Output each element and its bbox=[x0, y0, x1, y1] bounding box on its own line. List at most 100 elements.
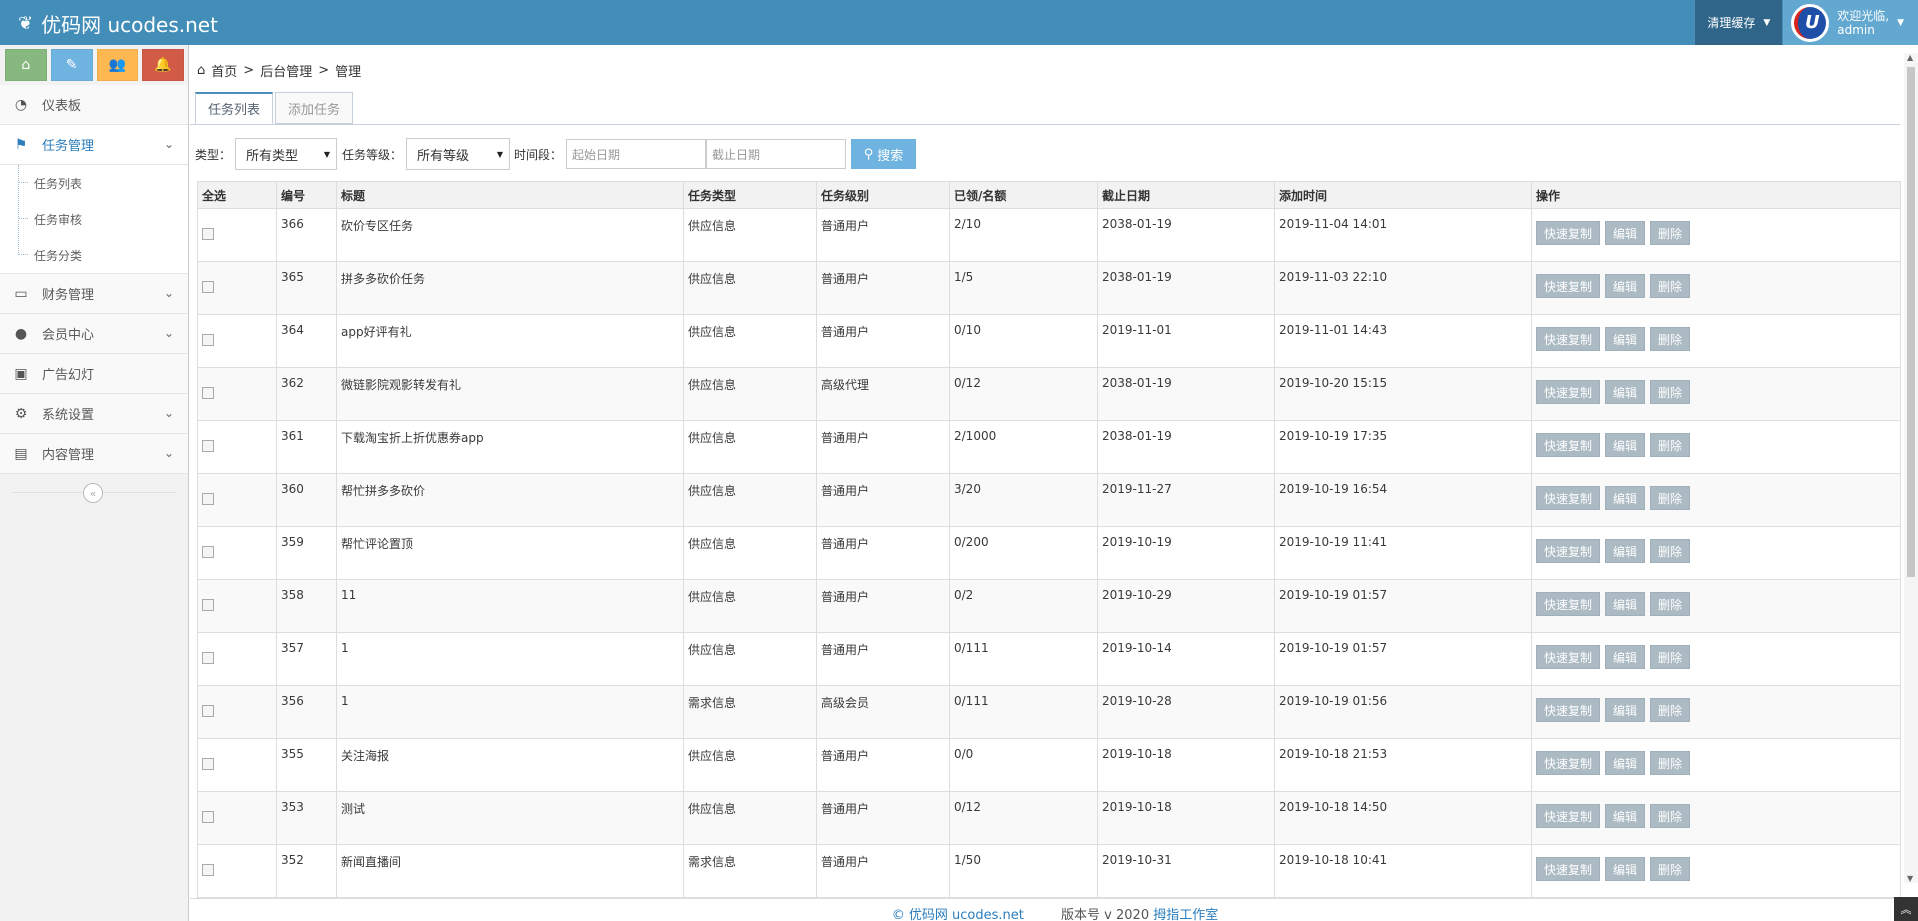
page-scrollbar[interactable]: ▲ ▼ bbox=[1904, 53, 1918, 883]
delete-button[interactable]: 删除 bbox=[1650, 645, 1691, 669]
row-select-cell bbox=[197, 844, 277, 898]
quick-copy-button[interactable]: 快速复制 bbox=[1536, 221, 1601, 245]
row-checkbox[interactable] bbox=[202, 280, 214, 293]
clear-cache-button[interactable]: 清理缓存 ▼ bbox=[1694, 0, 1783, 45]
quick-copy-button[interactable]: 快速复制 bbox=[1536, 433, 1601, 457]
footer-studio-link[interactable]: 拇指工作室 bbox=[1153, 908, 1218, 921]
sidebar-subitem-task-list[interactable]: 任务列表 bbox=[0, 165, 188, 201]
table-row: 358 11 供应信息 普通用户 0/2 2019-10-29 2019-10-19 01:… bbox=[197, 579, 1901, 633]
edit-button[interactable]: 编辑 bbox=[1605, 698, 1646, 722]
pencil-icon[interactable]: ✎ bbox=[50, 49, 93, 81]
edit-button[interactable]: 编辑 bbox=[1605, 751, 1646, 775]
cell-quota: 0/111 bbox=[949, 632, 1098, 686]
caret-down-icon: ▼ bbox=[323, 149, 331, 159]
bell-icon[interactable]: 🔔 bbox=[142, 49, 184, 81]
tab-add-task[interactable]: 添加任务 bbox=[275, 92, 354, 124]
delete-button[interactable]: 删除 bbox=[1650, 751, 1691, 775]
quick-copy-button[interactable]: 快速复制 bbox=[1536, 592, 1601, 616]
footer-copyright-link[interactable]: © 优码网 ucodes.net bbox=[892, 908, 1024, 921]
scroll-up-icon[interactable]: ▲ bbox=[1907, 53, 1913, 62]
cell-type: 供应信息 bbox=[683, 261, 817, 315]
edit-button[interactable]: 编辑 bbox=[1605, 433, 1646, 457]
end-date-input[interactable]: 截止日期 bbox=[706, 139, 847, 169]
sidebar-subitem-task-review[interactable]: 任务审核 bbox=[0, 201, 188, 237]
delete-button[interactable]: 删除 bbox=[1650, 274, 1691, 298]
tab-bar: 任务列表 添加任务 bbox=[195, 92, 355, 124]
row-checkbox[interactable] bbox=[202, 757, 214, 770]
edit-button[interactable]: 编辑 bbox=[1605, 486, 1646, 510]
scroll-down-icon[interactable]: ▼ bbox=[1907, 874, 1913, 883]
edit-button[interactable]: 编辑 bbox=[1605, 274, 1646, 298]
cell-level: 普通用户 bbox=[816, 420, 950, 474]
users-icon[interactable]: 👥 bbox=[96, 49, 139, 81]
edit-button[interactable]: 编辑 bbox=[1605, 380, 1646, 404]
sidebar-item-finance[interactable]: ▭ 财务管理 ⌄ bbox=[0, 274, 188, 314]
quick-copy-button[interactable]: 快速复制 bbox=[1536, 274, 1601, 298]
quick-copy-button[interactable]: 快速复制 bbox=[1536, 857, 1601, 881]
quick-copy-button[interactable]: 快速复制 bbox=[1536, 645, 1601, 669]
quick-copy-button[interactable]: 快速复制 bbox=[1536, 327, 1601, 351]
row-checkbox[interactable] bbox=[202, 386, 214, 399]
edit-button[interactable]: 编辑 bbox=[1605, 592, 1646, 616]
header-select-all[interactable]: 全选 bbox=[197, 181, 277, 209]
breadcrumb-home[interactable]: 首页 bbox=[211, 61, 237, 80]
back-to-top-icon[interactable]: ︽ bbox=[1894, 897, 1918, 921]
quick-copy-button[interactable]: 快速复制 bbox=[1536, 486, 1601, 510]
tab-task-list[interactable]: 任务列表 bbox=[195, 92, 274, 124]
edit-button[interactable]: 编辑 bbox=[1605, 327, 1646, 351]
user-menu[interactable]: U 欢迎光临, admin ▼ bbox=[1782, 0, 1918, 45]
edit-button[interactable]: 编辑 bbox=[1605, 804, 1646, 828]
sidebar-item-ads[interactable]: ▣ 广告幻灯 bbox=[0, 354, 188, 394]
edit-button[interactable]: 编辑 bbox=[1605, 857, 1646, 881]
avatar: U bbox=[1791, 3, 1830, 42]
edit-button[interactable]: 编辑 bbox=[1605, 221, 1646, 245]
delete-button[interactable]: 删除 bbox=[1650, 857, 1691, 881]
level-select[interactable]: 所有等级 ▼ bbox=[406, 138, 511, 170]
delete-button[interactable]: 删除 bbox=[1650, 804, 1691, 828]
cell-id: 362 bbox=[276, 367, 337, 421]
row-checkbox[interactable] bbox=[202, 598, 214, 611]
delete-button[interactable]: 删除 bbox=[1650, 221, 1691, 245]
type-select[interactable]: 所有类型 ▼ bbox=[235, 138, 338, 170]
delete-button[interactable]: 删除 bbox=[1650, 433, 1691, 457]
delete-button[interactable]: 删除 bbox=[1650, 380, 1691, 404]
delete-button[interactable]: 删除 bbox=[1650, 327, 1691, 351]
delete-button[interactable]: 删除 bbox=[1650, 592, 1691, 616]
search-button[interactable]: ⚲ 搜索 bbox=[851, 139, 917, 169]
row-checkbox[interactable] bbox=[202, 810, 214, 823]
row-checkbox[interactable] bbox=[202, 545, 214, 558]
row-checkbox[interactable] bbox=[202, 439, 214, 452]
breadcrumb-admin[interactable]: 后台管理 bbox=[260, 61, 312, 80]
start-date-input[interactable]: 起始日期 bbox=[566, 139, 707, 169]
quick-copy-button[interactable]: 快速复制 bbox=[1536, 539, 1601, 563]
sidebar-item-tasks[interactable]: ⚑ 任务管理 ⌄ bbox=[0, 125, 188, 165]
scrollbar-thumb[interactable] bbox=[1907, 67, 1915, 577]
row-checkbox[interactable] bbox=[202, 333, 214, 346]
row-checkbox[interactable] bbox=[202, 492, 214, 505]
cell-quota: 0/0 bbox=[949, 738, 1098, 792]
quick-copy-button[interactable]: 快速复制 bbox=[1536, 380, 1601, 404]
sidebar-subitem-label: 任务列表 bbox=[34, 176, 83, 191]
edit-button[interactable]: 编辑 bbox=[1605, 645, 1646, 669]
row-checkbox[interactable] bbox=[202, 651, 214, 664]
sidebar-item-dashboard[interactable]: ◔ 仪表板 bbox=[0, 85, 188, 125]
sidebar-item-settings[interactable]: ⚙ 系统设置 ⌄ bbox=[0, 394, 188, 434]
home-icon[interactable]: ⌂ bbox=[5, 49, 47, 81]
sidebar-item-content[interactable]: ▤ 内容管理 ⌄ bbox=[0, 434, 188, 474]
quick-copy-button[interactable]: 快速复制 bbox=[1536, 804, 1601, 828]
collapse-sidebar-icon[interactable]: « bbox=[83, 483, 103, 503]
brand-logo[interactable]: ❦ 优码网 ucodes.net bbox=[18, 9, 218, 38]
delete-button[interactable]: 删除 bbox=[1650, 486, 1691, 510]
edit-button[interactable]: 编辑 bbox=[1605, 539, 1646, 563]
row-checkbox[interactable] bbox=[202, 704, 214, 717]
sidebar-item-members[interactable]: ● 会员中心 ⌄ bbox=[0, 314, 188, 354]
row-checkbox[interactable] bbox=[202, 227, 214, 240]
quick-copy-button[interactable]: 快速复制 bbox=[1536, 751, 1601, 775]
row-checkbox[interactable] bbox=[202, 863, 214, 876]
row-select-cell bbox=[197, 314, 277, 368]
delete-button[interactable]: 删除 bbox=[1650, 698, 1691, 722]
delete-button[interactable]: 删除 bbox=[1650, 539, 1691, 563]
cell-actions: 快速复制 编辑 删除 bbox=[1531, 632, 1901, 686]
sidebar-subitem-task-category[interactable]: 任务分类 bbox=[0, 237, 188, 273]
quick-copy-button[interactable]: 快速复制 bbox=[1536, 698, 1601, 722]
